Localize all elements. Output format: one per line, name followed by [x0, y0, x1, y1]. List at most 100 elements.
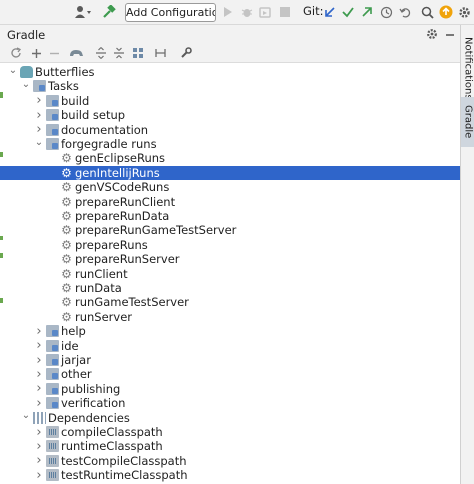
gutter-mark — [0, 298, 3, 303]
coverage-icon[interactable] — [258, 3, 272, 21]
tree-row[interactable]: › ide — [0, 338, 460, 353]
tree-row-label: jarjar — [61, 353, 91, 367]
tree-row[interactable]: › testCompileClasspath — [0, 453, 460, 468]
wrench-icon[interactable] — [178, 45, 194, 61]
updates-icon[interactable] — [438, 3, 454, 21]
tree-row[interactable]: › other — [0, 367, 460, 382]
configuration-icon — [46, 440, 59, 453]
settings-icon[interactable] — [424, 26, 440, 42]
configuration-icon — [46, 426, 59, 438]
tree-row[interactable]: ⚙ prepareRunData — [0, 209, 460, 223]
gear-icon: ⚙ — [61, 266, 72, 281]
git-push-icon[interactable] — [360, 3, 374, 21]
search-icon[interactable] — [419, 3, 435, 21]
tree-row[interactable]: ⌄ Tasks — [0, 79, 460, 93]
main-toolbar: Add Configuration... Git: — [0, 0, 474, 25]
gutter-mark — [0, 253, 3, 258]
chevron-right-icon[interactable]: › — [34, 367, 44, 382]
tree-row-label: build setup — [61, 108, 126, 123]
task-group-folder-icon — [46, 325, 59, 338]
tree-row[interactable]: ⚙ genEclipseRuns — [0, 151, 460, 165]
task-group-folder-icon — [46, 354, 59, 366]
refresh-icon[interactable] — [8, 45, 24, 61]
tree-row[interactable]: › help — [0, 324, 460, 339]
minimize-icon[interactable] — [442, 26, 458, 42]
hammer-icon[interactable] — [100, 3, 118, 21]
history-icon[interactable] — [378, 3, 394, 21]
tree-row[interactable]: › verification — [0, 396, 460, 411]
chevron-down-icon[interactable]: ⌄ — [34, 135, 44, 149]
tree-row[interactable]: ⚙ genIntellijRuns — [0, 165, 460, 181]
tree-row[interactable]: › documentation — [0, 122, 460, 137]
gradle-task-tree: ⌄ Butterflies ⌄ Tasks › build › build setup › doc… — [0, 63, 460, 484]
gradle-project-icon — [20, 66, 33, 78]
chevron-down-icon[interactable]: ⌄ — [21, 78, 31, 92]
tree-row[interactable]: ⚙ runClient — [0, 267, 460, 281]
chevron-right-icon[interactable]: › — [34, 396, 44, 411]
elephant-icon[interactable] — [68, 45, 84, 61]
run-icon[interactable] — [221, 3, 235, 21]
chevron-right-icon[interactable]: › — [34, 468, 44, 483]
settings-icon[interactable] — [456, 3, 472, 21]
toggle-offline-icon[interactable] — [152, 45, 168, 61]
task-group-folder-icon — [46, 94, 59, 107]
tree-row[interactable]: ⚙ genVSCodeRuns — [0, 180, 460, 194]
task-group-folder-icon — [46, 123, 59, 136]
gear-icon: ⚙ — [61, 151, 72, 166]
tree-row[interactable]: ⌄ Butterflies — [0, 65, 460, 79]
tree-row[interactable]: ⚙ runGameTestServer — [0, 295, 460, 309]
task-group-folder-icon — [33, 80, 46, 93]
tree-row[interactable]: ⚙ prepareRunClient — [0, 195, 460, 209]
group-icon[interactable] — [130, 45, 146, 61]
tree-row[interactable]: › build — [0, 93, 460, 108]
tree-row[interactable]: › build setup — [0, 108, 460, 123]
tree-row[interactable]: ⌄ forgegradle runs — [0, 137, 460, 151]
task-group-folder-icon — [46, 368, 59, 381]
tree-row[interactable]: ⚙ prepareRuns — [0, 238, 460, 252]
collapse-all-icon[interactable] — [111, 45, 127, 61]
remove-icon[interactable] — [46, 45, 62, 61]
rollback-icon[interactable] — [397, 3, 413, 21]
tree-row[interactable]: ⚙ prepareRunServer — [0, 252, 460, 266]
chevron-right-icon[interactable]: › — [34, 439, 44, 454]
git-update-icon[interactable] — [323, 3, 337, 21]
tree-row[interactable]: ⌄ Dependencies — [0, 409, 460, 425]
chevron-right-icon[interactable]: › — [34, 324, 44, 339]
tree-row-label: runGameTestServer — [75, 295, 189, 310]
chevron-right-icon[interactable]: › — [34, 425, 44, 440]
notifications-tab[interactable]: Notifications — [461, 35, 474, 101]
expand-all-icon[interactable] — [93, 45, 109, 61]
tree-row[interactable]: › runtimeClasspath — [0, 439, 460, 454]
chevron-right-icon[interactable]: › — [34, 338, 44, 353]
tree-row[interactable]: › testRuntimeClasspath — [0, 468, 460, 483]
chevron-down-icon[interactable]: ⌄ — [8, 63, 18, 77]
chevron-right-icon[interactable]: › — [34, 108, 44, 123]
chevron-right-icon[interactable]: › — [34, 353, 44, 368]
tree-row-label: ide — [61, 338, 79, 353]
gear-icon: ⚙ — [61, 309, 72, 324]
chevron-right-icon[interactable]: › — [34, 381, 44, 396]
tree-row[interactable]: ⚙ runServer — [0, 310, 460, 324]
tree-row-label: build — [61, 93, 90, 108]
gradle-tab[interactable]: Gradle — [461, 97, 474, 147]
add-icon[interactable] — [28, 45, 44, 61]
debug-icon[interactable] — [240, 3, 254, 21]
git-commit-icon[interactable] — [341, 3, 355, 21]
tree-row-label: runClient — [75, 266, 128, 281]
gear-icon: ⚙ — [61, 223, 72, 238]
user-dropdown-icon[interactable] — [72, 3, 94, 21]
tree-row[interactable]: › publishing — [0, 381, 460, 396]
tree-row-label: testRuntimeClasspath — [61, 468, 188, 483]
add-configuration-button[interactable]: Add Configuration... — [125, 3, 216, 22]
tree-row-label: documentation — [61, 122, 149, 137]
tree-row[interactable]: ⚙ runData — [0, 281, 460, 295]
tree-row-label: runData — [75, 281, 122, 295]
chevron-right-icon[interactable]: › — [34, 453, 44, 468]
chevron-down-icon[interactable]: ⌄ — [21, 409, 31, 423]
chevron-right-icon[interactable]: › — [34, 93, 44, 108]
tree-row[interactable]: › compileClasspath — [0, 425, 460, 440]
tree-row[interactable]: ⚙ prepareRunGameTestServer — [0, 223, 460, 237]
tree-row[interactable]: › jarjar — [0, 353, 460, 368]
stop-icon[interactable] — [278, 3, 292, 21]
right-tool-strip: Notifications Gradle — [460, 25, 474, 484]
